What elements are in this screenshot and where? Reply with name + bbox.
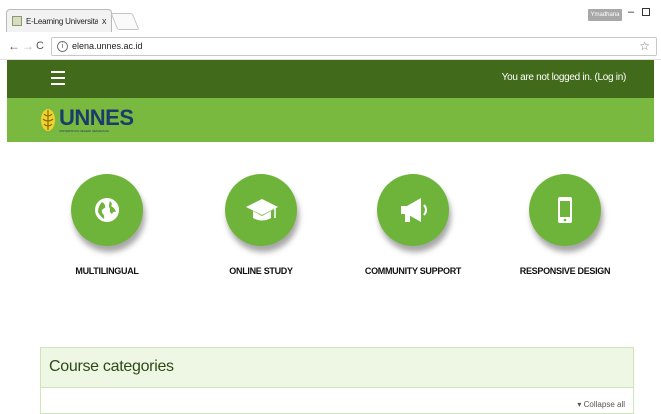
megaphone-icon: [401, 198, 427, 222]
maximize-icon[interactable]: [642, 8, 650, 16]
url-text: elena.unnes.ac.id: [72, 41, 143, 51]
bookmark-star-icon[interactable]: ☆: [639, 39, 650, 53]
address-toolbar: ← → C i elena.unnes.ac.id ☆: [0, 34, 661, 60]
feature-circle: [377, 174, 449, 246]
unnes-logo[interactable]: UNNES UNIVERSITAS NEGERI SEMARANG: [39, 106, 134, 134]
login-link[interactable]: You are not logged in. (Log in): [502, 72, 627, 83]
browser-tab-bar: E-Learning Universitas N x Ymadhana –: [0, 0, 661, 34]
minimize-icon[interactable]: –: [628, 6, 634, 18]
feature-online-study: ONLINE STUDY: [181, 174, 341, 276]
unnes-emblem-icon: [41, 109, 55, 131]
feature-circle: [71, 174, 143, 246]
feature-multilingual: MULTILINGUAL: [27, 174, 187, 276]
site-favicon-icon: [12, 16, 22, 26]
tab-title: E-Learning Universitas N: [26, 16, 98, 26]
feature-label: COMMUNITY SUPPORT: [364, 266, 462, 276]
new-tab-button[interactable]: [110, 13, 140, 30]
hamburger-menu-icon[interactable]: [51, 71, 65, 85]
site-navbar: You are not logged in. (Log in): [7, 60, 654, 98]
forward-arrow-icon[interactable]: →: [22, 39, 34, 53]
logo-name: UNNES: [59, 105, 134, 130]
feature-label: MULTILINGUAL: [75, 266, 139, 276]
feature-responsive-design: RESPONSIVE DESIGN: [485, 174, 645, 276]
mobile-phone-icon: [558, 197, 572, 223]
collapse-all-link[interactable]: ▾ Collapse all: [577, 400, 625, 409]
profile-badge[interactable]: Ymadhana: [588, 9, 622, 21]
header-band: UNNES UNIVERSITAS NEGERI SEMARANG: [7, 98, 654, 142]
reload-icon[interactable]: C: [36, 40, 44, 52]
site-info-icon[interactable]: i: [57, 41, 68, 52]
back-arrow-icon[interactable]: ←: [8, 39, 20, 53]
feature-label: RESPONSIVE DESIGN: [519, 266, 611, 276]
url-input[interactable]: i elena.unnes.ac.id ☆: [51, 37, 657, 56]
features-section: MULTILINGUAL ONLINE STUDY COMMUNITY SUPP…: [7, 142, 654, 342]
feature-label: ONLINE STUDY: [229, 266, 293, 276]
graduation-cap-icon: [246, 199, 278, 221]
course-categories-panel: Course categories ▾ Collapse all: [40, 347, 634, 414]
feature-community-support: COMMUNITY SUPPORT: [333, 174, 493, 276]
logo-subtitle: UNIVERSITAS NEGERI SEMARANG: [59, 129, 110, 133]
course-categories-header: Course categories: [41, 348, 633, 388]
browser-tab[interactable]: E-Learning Universitas N x: [6, 9, 112, 32]
feature-circle: [225, 174, 297, 246]
feature-circle: [529, 174, 601, 246]
tab-close-icon[interactable]: x: [102, 16, 107, 26]
globe-icon: [95, 198, 119, 222]
course-categories-title: Course categories: [49, 358, 174, 375]
